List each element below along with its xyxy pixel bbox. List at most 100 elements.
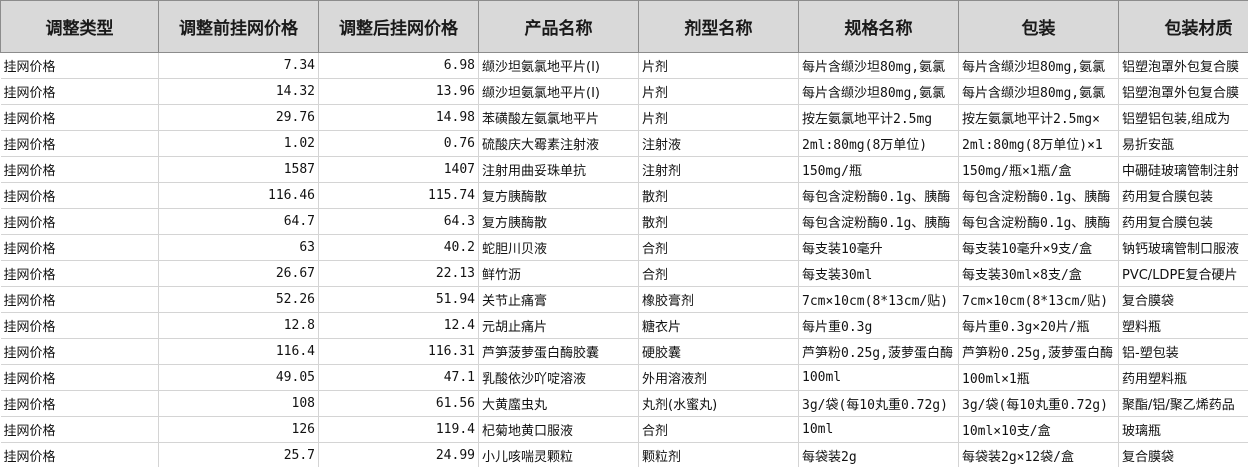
- cell-adjust-type[interactable]: 挂网价格: [0, 52, 159, 79]
- cell-packaging-material[interactable]: PVC/LDPE复合硬片: [1118, 260, 1248, 287]
- cell-adjust-type[interactable]: 挂网价格: [0, 390, 159, 417]
- cell-packaging[interactable]: 150mg/瓶×1瓶/盒: [958, 156, 1119, 183]
- cell-price-before[interactable]: 63: [158, 234, 319, 261]
- cell-specification[interactable]: 每片重0.3g: [798, 312, 959, 339]
- cell-price-after[interactable]: 22.13: [318, 260, 479, 287]
- cell-specification[interactable]: 100ml: [798, 364, 959, 391]
- cell-product-name[interactable]: 苯磺酸左氨氯地平片: [478, 104, 639, 131]
- cell-packaging[interactable]: 每支装10毫升×9支/盒: [958, 234, 1119, 261]
- cell-dosage-form[interactable]: 合剂: [638, 234, 799, 261]
- cell-product-name[interactable]: 小儿咳喘灵颗粒: [478, 442, 639, 467]
- cell-packaging[interactable]: 3g/袋(每10丸重0.72g): [958, 390, 1119, 417]
- cell-packaging[interactable]: 每片含缬沙坦80mg,氨氯: [958, 52, 1119, 79]
- cell-price-after[interactable]: 40.2: [318, 234, 479, 261]
- header-product-name[interactable]: 产品名称: [478, 0, 639, 53]
- cell-adjust-type[interactable]: 挂网价格: [0, 234, 159, 261]
- cell-adjust-type[interactable]: 挂网价格: [0, 312, 159, 339]
- cell-price-before[interactable]: 64.7: [158, 208, 319, 235]
- cell-packaging-material[interactable]: 药用塑料瓶: [1118, 364, 1248, 391]
- cell-product-name[interactable]: 元胡止痛片: [478, 312, 639, 339]
- cell-specification[interactable]: 每片含缬沙坦80mg,氨氯: [798, 78, 959, 105]
- cell-packaging-material[interactable]: 复合膜袋: [1118, 442, 1248, 467]
- cell-packaging[interactable]: 按左氨氯地平计2.5mg×: [958, 104, 1119, 131]
- cell-adjust-type[interactable]: 挂网价格: [0, 364, 159, 391]
- cell-product-name[interactable]: 硫酸庆大霉素注射液: [478, 130, 639, 157]
- cell-specification[interactable]: 150mg/瓶: [798, 156, 959, 183]
- cell-packaging-material[interactable]: 塑料瓶: [1118, 312, 1248, 339]
- cell-dosage-form[interactable]: 丸剂(水蜜丸): [638, 390, 799, 417]
- cell-dosage-form[interactable]: 糖衣片: [638, 312, 799, 339]
- cell-price-before[interactable]: 26.67: [158, 260, 319, 287]
- cell-product-name[interactable]: 关节止痛膏: [478, 286, 639, 313]
- cell-packaging-material[interactable]: 药用复合膜包装: [1118, 182, 1248, 209]
- cell-adjust-type[interactable]: 挂网价格: [0, 338, 159, 365]
- cell-price-after[interactable]: 115.74: [318, 182, 479, 209]
- cell-price-before[interactable]: 1.02: [158, 130, 319, 157]
- cell-packaging[interactable]: 每包含淀粉酶0.1g、胰酶: [958, 182, 1119, 209]
- cell-specification[interactable]: 芦笋粉0.25g,菠萝蛋白酶: [798, 338, 959, 365]
- cell-dosage-form[interactable]: 片剂: [638, 104, 799, 131]
- header-packaging-material[interactable]: 包装材质: [1118, 0, 1248, 53]
- cell-adjust-type[interactable]: 挂网价格: [0, 416, 159, 443]
- cell-price-after[interactable]: 0.76: [318, 130, 479, 157]
- cell-price-after[interactable]: 24.99: [318, 442, 479, 467]
- cell-price-before[interactable]: 108: [158, 390, 319, 417]
- cell-specification[interactable]: 每包含淀粉酶0.1g、胰酶: [798, 182, 959, 209]
- cell-product-name[interactable]: 蛇胆川贝液: [478, 234, 639, 261]
- cell-packaging-material[interactable]: 钠钙玻璃管制口服液: [1118, 234, 1248, 261]
- cell-packaging-material[interactable]: 复合膜袋: [1118, 286, 1248, 313]
- cell-dosage-form[interactable]: 硬胶囊: [638, 338, 799, 365]
- cell-packaging[interactable]: 100ml×1瓶: [958, 364, 1119, 391]
- cell-packaging[interactable]: 每包含淀粉酶0.1g、胰酶: [958, 208, 1119, 235]
- cell-packaging[interactable]: 芦笋粉0.25g,菠萝蛋白酶: [958, 338, 1119, 365]
- cell-packaging-material[interactable]: 易折安瓿: [1118, 130, 1248, 157]
- cell-adjust-type[interactable]: 挂网价格: [0, 156, 159, 183]
- cell-specification[interactable]: 每片含缬沙坦80mg,氨氯: [798, 52, 959, 79]
- cell-price-before[interactable]: 1587: [158, 156, 319, 183]
- cell-specification[interactable]: 每袋装2g: [798, 442, 959, 467]
- cell-price-before[interactable]: 29.76: [158, 104, 319, 131]
- cell-specification[interactable]: 3g/袋(每10丸重0.72g): [798, 390, 959, 417]
- cell-packaging[interactable]: 10ml×10支/盒: [958, 416, 1119, 443]
- cell-price-before[interactable]: 49.05: [158, 364, 319, 391]
- header-packaging[interactable]: 包装: [958, 0, 1119, 53]
- cell-price-after[interactable]: 13.96: [318, 78, 479, 105]
- cell-price-before[interactable]: 52.26: [158, 286, 319, 313]
- cell-packaging-material[interactable]: 中硼硅玻璃管制注射: [1118, 156, 1248, 183]
- cell-price-after[interactable]: 51.94: [318, 286, 479, 313]
- cell-price-after[interactable]: 116.31: [318, 338, 479, 365]
- cell-packaging-material[interactable]: 铝塑铝包装,组成为: [1118, 104, 1248, 131]
- cell-packaging-material[interactable]: 聚酯/铝/聚乙烯药品: [1118, 390, 1248, 417]
- cell-packaging-material[interactable]: 药用复合膜包装: [1118, 208, 1248, 235]
- header-adjust-type[interactable]: 调整类型: [0, 0, 159, 53]
- cell-packaging-material[interactable]: 铝塑泡罩外包复合膜: [1118, 78, 1248, 105]
- cell-dosage-form[interactable]: 外用溶液剂: [638, 364, 799, 391]
- cell-dosage-form[interactable]: 橡胶膏剂: [638, 286, 799, 313]
- cell-price-after[interactable]: 12.4: [318, 312, 479, 339]
- cell-dosage-form[interactable]: 散剂: [638, 208, 799, 235]
- cell-specification[interactable]: 每包含淀粉酶0.1g、胰酶: [798, 208, 959, 235]
- cell-dosage-form[interactable]: 注射剂: [638, 156, 799, 183]
- cell-product-name[interactable]: 大黄䗪虫丸: [478, 390, 639, 417]
- cell-price-before[interactable]: 7.34: [158, 52, 319, 79]
- cell-specification[interactable]: 每支装10毫升: [798, 234, 959, 261]
- cell-price-after[interactable]: 6.98: [318, 52, 479, 79]
- cell-dosage-form[interactable]: 合剂: [638, 416, 799, 443]
- cell-packaging[interactable]: 每袋装2g×12袋/盒: [958, 442, 1119, 467]
- cell-packaging[interactable]: 每片含缬沙坦80mg,氨氯: [958, 78, 1119, 105]
- cell-packaging[interactable]: 每片重0.3g×20片/瓶: [958, 312, 1119, 339]
- cell-price-after[interactable]: 64.3: [318, 208, 479, 235]
- cell-dosage-form[interactable]: 片剂: [638, 52, 799, 79]
- cell-specification[interactable]: 10ml: [798, 416, 959, 443]
- cell-price-before[interactable]: 126: [158, 416, 319, 443]
- cell-product-name[interactable]: 杞菊地黄口服液: [478, 416, 639, 443]
- cell-specification[interactable]: 7cm×10cm(8*13cm/贴): [798, 286, 959, 313]
- cell-adjust-type[interactable]: 挂网价格: [0, 130, 159, 157]
- cell-product-name[interactable]: 复方胰酶散: [478, 182, 639, 209]
- cell-product-name[interactable]: 芦笋菠萝蛋白酶胶囊: [478, 338, 639, 365]
- cell-product-name[interactable]: 缬沙坦氨氯地平片(I): [478, 78, 639, 105]
- cell-adjust-type[interactable]: 挂网价格: [0, 260, 159, 287]
- cell-packaging[interactable]: 每支装30ml×8支/盒: [958, 260, 1119, 287]
- cell-product-name[interactable]: 鲜竹沥: [478, 260, 639, 287]
- cell-product-name[interactable]: 注射用曲妥珠单抗: [478, 156, 639, 183]
